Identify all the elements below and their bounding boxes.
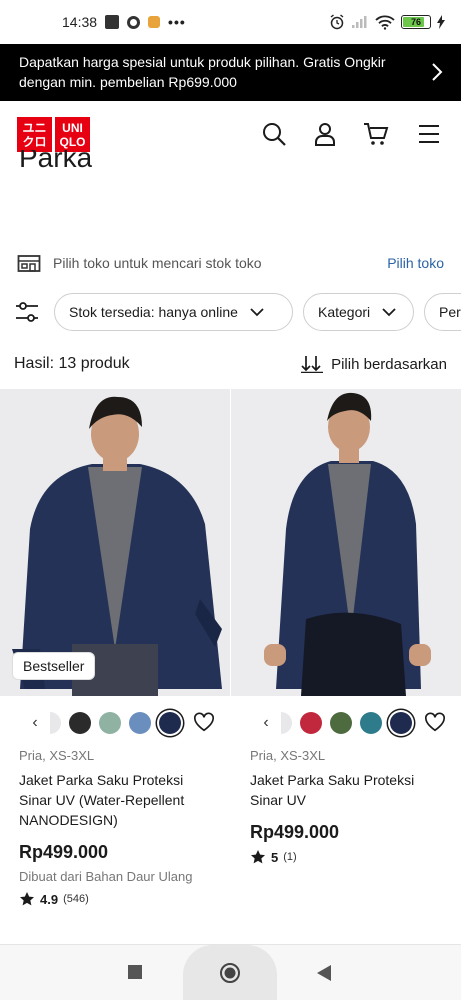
swatch-teal[interactable] <box>360 712 382 734</box>
wifi-icon <box>375 15 395 30</box>
filter-chip-more[interactable]: Per <box>424 293 461 331</box>
product-card[interactable]: Bestseller <box>0 389 230 696</box>
swatch-red[interactable] <box>300 712 322 734</box>
chevron-right-icon <box>432 63 443 81</box>
alarm-icon <box>330 14 344 30</box>
swatch-olive[interactable] <box>330 712 352 734</box>
gallery-notification-icon <box>105 15 120 29</box>
status-time: 14:38 <box>62 14 98 30</box>
color-swatches: ‹ <box>28 710 181 736</box>
swatch-light-gray[interactable] <box>281 712 292 734</box>
system-navigation-bar <box>0 944 461 1000</box>
battery-icon: 76 <box>401 15 431 29</box>
page-title: Parka <box>19 150 93 173</box>
star-icon <box>251 850 265 864</box>
sort-icon <box>301 356 324 373</box>
choose-store-link[interactable]: Pilih toko <box>387 255 444 271</box>
star-icon <box>20 892 34 906</box>
logo-katakana-block: ユニ クロ <box>17 117 52 152</box>
store-prompt-text: Pilih toko untuk mencari stok toko <box>53 255 262 271</box>
sort-button[interactable]: Pilih berdasarkan <box>301 355 447 373</box>
bestseller-badge: Bestseller <box>13 653 95 679</box>
product-card[interactable] <box>231 389 461 696</box>
uniqlo-logo[interactable]: ユニ クロ UNI QLO <box>17 117 90 152</box>
results-row: Hasil: 13 produk Pilih berdasarkan <box>0 352 461 376</box>
swatch-blue[interactable] <box>129 712 151 734</box>
wishlist-heart-icon[interactable] <box>193 711 215 733</box>
filter-bar: Stok tersedia: hanya online Kategori Per <box>0 293 461 331</box>
product-price: Rp499.000 <box>250 822 340 842</box>
menu-icon[interactable] <box>416 121 442 147</box>
status-bar: 14:38 ••• 76 <box>0 0 461 44</box>
wishlist-heart-icon[interactable] <box>424 711 446 733</box>
swatch-green[interactable] <box>99 712 121 734</box>
charging-icon <box>437 15 445 29</box>
product-price: Rp499.000 <box>19 842 109 862</box>
more-notifications-icon: ••• <box>168 14 186 30</box>
product-rating: 4.9 (546) <box>19 891 89 907</box>
recent-apps-icon[interactable] <box>128 965 142 979</box>
filter-settings-icon[interactable] <box>15 302 39 322</box>
filter-chip-category[interactable]: Kategori <box>303 293 414 331</box>
color-swatches: ‹ <box>259 710 412 736</box>
home-icon[interactable] <box>219 962 241 984</box>
rating-value: 4.9 <box>40 891 59 907</box>
cart-icon[interactable] <box>363 121 389 147</box>
product-image[interactable]: Bestseller <box>0 389 230 696</box>
filter-chip-stock[interactable]: Stok tersedia: hanya online <box>54 293 293 331</box>
product-rating: 5 (1) <box>250 849 297 865</box>
app-notification-icon-2 <box>148 16 161 28</box>
product-image[interactable] <box>231 389 461 696</box>
product-note: Dibuat dari Bahan Daur Ulang <box>19 869 193 884</box>
swatch-navy-selected[interactable] <box>390 712 412 734</box>
product-meta: Pria, XS-3XL <box>250 748 326 763</box>
swatch-black[interactable] <box>69 712 91 734</box>
account-icon[interactable] <box>312 121 338 147</box>
rating-value: 5 <box>271 849 279 865</box>
chevron-down-icon <box>382 308 396 317</box>
product-name[interactable]: Jaket Parka Saku Proteksi Sinar UV <box>250 770 450 810</box>
store-icon <box>17 255 41 272</box>
swatch-navy-selected[interactable] <box>159 712 181 734</box>
product-meta: Pria, XS-3XL <box>19 748 95 763</box>
back-icon[interactable] <box>316 964 332 982</box>
swatch-prev-icon[interactable]: ‹ <box>259 714 273 732</box>
review-count: (546) <box>63 893 89 905</box>
model-photo <box>0 389 230 696</box>
store-selector-row: Pilih toko untuk mencari stok toko Pilih… <box>0 247 461 279</box>
logo-latin-block: UNI QLO <box>55 117 90 152</box>
swatch-light-gray[interactable] <box>50 712 61 734</box>
results-count: Hasil: 13 produk <box>14 355 130 372</box>
promo-text: Dapatkan harga spesial untuk produk pili… <box>19 54 386 90</box>
app-notification-icon <box>127 15 141 29</box>
signal-icon <box>352 16 367 28</box>
promo-banner[interactable]: Dapatkan harga spesial untuk produk pili… <box>0 44 461 101</box>
chevron-down-icon <box>250 308 264 317</box>
review-count: (1) <box>283 851 297 863</box>
product-name[interactable]: Jaket Parka Saku Proteksi Sinar UV (Wate… <box>19 770 219 830</box>
model-photo <box>231 389 461 696</box>
search-icon[interactable] <box>261 121 287 147</box>
swatch-prev-icon[interactable]: ‹ <box>28 714 42 732</box>
